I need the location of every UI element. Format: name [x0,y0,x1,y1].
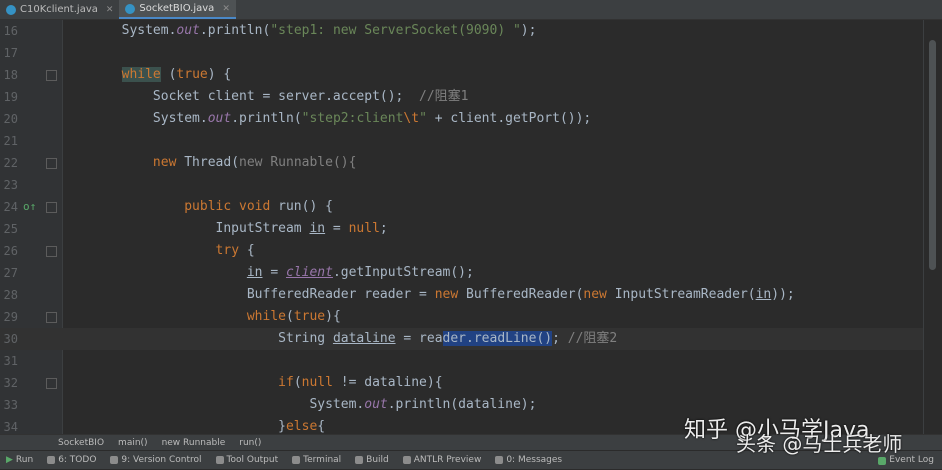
terminal-tool-button[interactable]: Terminal [292,455,341,465]
line-number: 24 [3,200,18,214]
line-number: 27 [3,266,18,280]
override-marker-icon[interactable]: o↑ [23,196,36,218]
build-tool-button[interactable]: Build [355,455,389,465]
code-text[interactable]: in = client.getInputStream(); [59,262,474,284]
code-line[interactable]: 25 InputStream in = null; [0,218,942,240]
code-line[interactable]: 17 [0,42,942,64]
fold-icon[interactable] [46,378,57,389]
code-text[interactable]: while (true) { [59,64,231,86]
messages-tool-button[interactable]: 0: Messages [495,455,562,465]
todo-tool-button[interactable]: 6: TODO [47,455,96,465]
line-number: 28 [3,288,18,302]
code-text[interactable]: while(true){ [59,306,341,328]
code-line[interactable]: 20 System.out.println("step2:client\t" +… [0,108,942,130]
code-text[interactable]: InputStream in = null; [59,218,388,240]
editor-tabs: C10Kclient.java ✕ SocketBIO.java ✕ [0,0,942,20]
code-line[interactable]: 28 BufferedReader reader = new BufferedR… [0,284,942,306]
code-editor[interactable]: 16 System.out.println("step1: new Server… [0,20,942,434]
line-number: 23 [3,178,18,192]
line-number: 21 [3,134,18,148]
code-text[interactable]: if(null != dataline){ [59,372,442,394]
code-line[interactable]: 19 Socket client = server.accept(); //阻塞… [0,86,942,108]
line-number: 16 [3,24,18,38]
messages-icon [495,456,504,464]
breadcrumb-item[interactable]: SocketBIO [58,438,104,448]
fold-icon[interactable] [46,70,57,81]
java-file-icon [125,3,136,14]
line-number: 25 [3,222,18,236]
code-line[interactable]: 16 System.out.println("step1: new Server… [0,20,942,42]
tab-label: C10Kclient.java [20,4,98,15]
terminal-icon [292,456,301,464]
code-text[interactable]: Socket client = server.accept(); //阻塞1 [59,86,469,108]
code-text[interactable]: try { [59,240,255,262]
event-log-icon [878,456,887,465]
fold-icon[interactable] [46,202,57,213]
code-text[interactable]: System.out.println("step1: new ServerSoc… [59,20,537,42]
scrollbar-thumb[interactable] [929,40,936,270]
code-line[interactable]: 18 while (true) { [0,64,942,86]
line-number: 18 [3,68,18,82]
code-line[interactable]: 23 [0,174,942,196]
output-icon [215,456,224,464]
code-line[interactable]: 31 [0,350,942,372]
code-text[interactable]: public void run() { [59,196,333,218]
line-number: 29 [3,310,18,324]
code-text[interactable]: System.out.println("step2:client\t" + cl… [59,108,591,130]
run-tool-button[interactable]: ▶ Run [6,455,33,465]
line-number: 17 [3,46,18,60]
vcs-icon [110,456,119,464]
line-number: 26 [3,244,18,258]
vertical-scrollbar[interactable] [923,20,942,434]
code-line[interactable]: 30 String dataline = reader.readLine(); … [0,328,942,350]
antlr-preview-button[interactable]: ANTLR Preview [402,455,481,465]
code-line[interactable]: 27 in = client.getInputStream(); [0,262,942,284]
code-line[interactable]: 21 [0,130,942,152]
code-line[interactable]: 32 if(null != dataline){ [0,372,942,394]
code-line[interactable]: 24 o↑ public void run() { [0,196,942,218]
line-number: 31 [3,354,18,368]
tool-output-button[interactable]: Tool Output [215,455,278,465]
line-number: 20 [3,112,18,126]
breadcrumb-item[interactable]: main() [118,438,148,448]
line-number: 33 [3,398,18,412]
breadcrumb-item[interactable]: new Runnable [162,438,226,448]
fold-icon[interactable] [46,246,57,257]
tab-socketbio[interactable]: SocketBIO.java ✕ [119,0,236,19]
tab-label: SocketBIO.java [139,3,215,14]
code-line[interactable]: 22 new Thread(new Runnable(){ [0,152,942,174]
code-line[interactable]: 29 while(true){ [0,306,942,328]
tab-c10kclient[interactable]: C10Kclient.java ✕ [0,0,119,19]
fold-icon[interactable] [46,312,57,323]
close-icon[interactable]: ✕ [222,4,230,14]
todo-icon [47,456,56,464]
build-icon [355,456,364,464]
vcs-tool-button[interactable]: 9: Version Control [110,455,202,465]
code-text[interactable]: System.out.println(dataline); [59,394,536,416]
close-icon[interactable]: ✕ [106,5,114,15]
breadcrumb-item[interactable]: run() [239,438,261,448]
code-text[interactable]: new Thread(new Runnable(){ [59,152,357,174]
line-number: 30 [3,332,18,346]
antlr-icon [402,456,411,464]
line-number: 22 [3,156,18,170]
java-file-icon [6,4,16,15]
fold-icon[interactable] [46,158,57,169]
code-line[interactable]: 26 try { [0,240,942,262]
line-number: 32 [3,376,18,390]
line-number: 19 [3,90,18,104]
watermark-toutiao: 头条 @马士兵老师 [736,432,903,456]
code-text[interactable]: BufferedReader reader = new BufferedRead… [59,284,795,306]
run-icon: ▶ [6,455,13,465]
code-text[interactable]: String dataline = reader.readLine(); //阻… [59,328,617,350]
